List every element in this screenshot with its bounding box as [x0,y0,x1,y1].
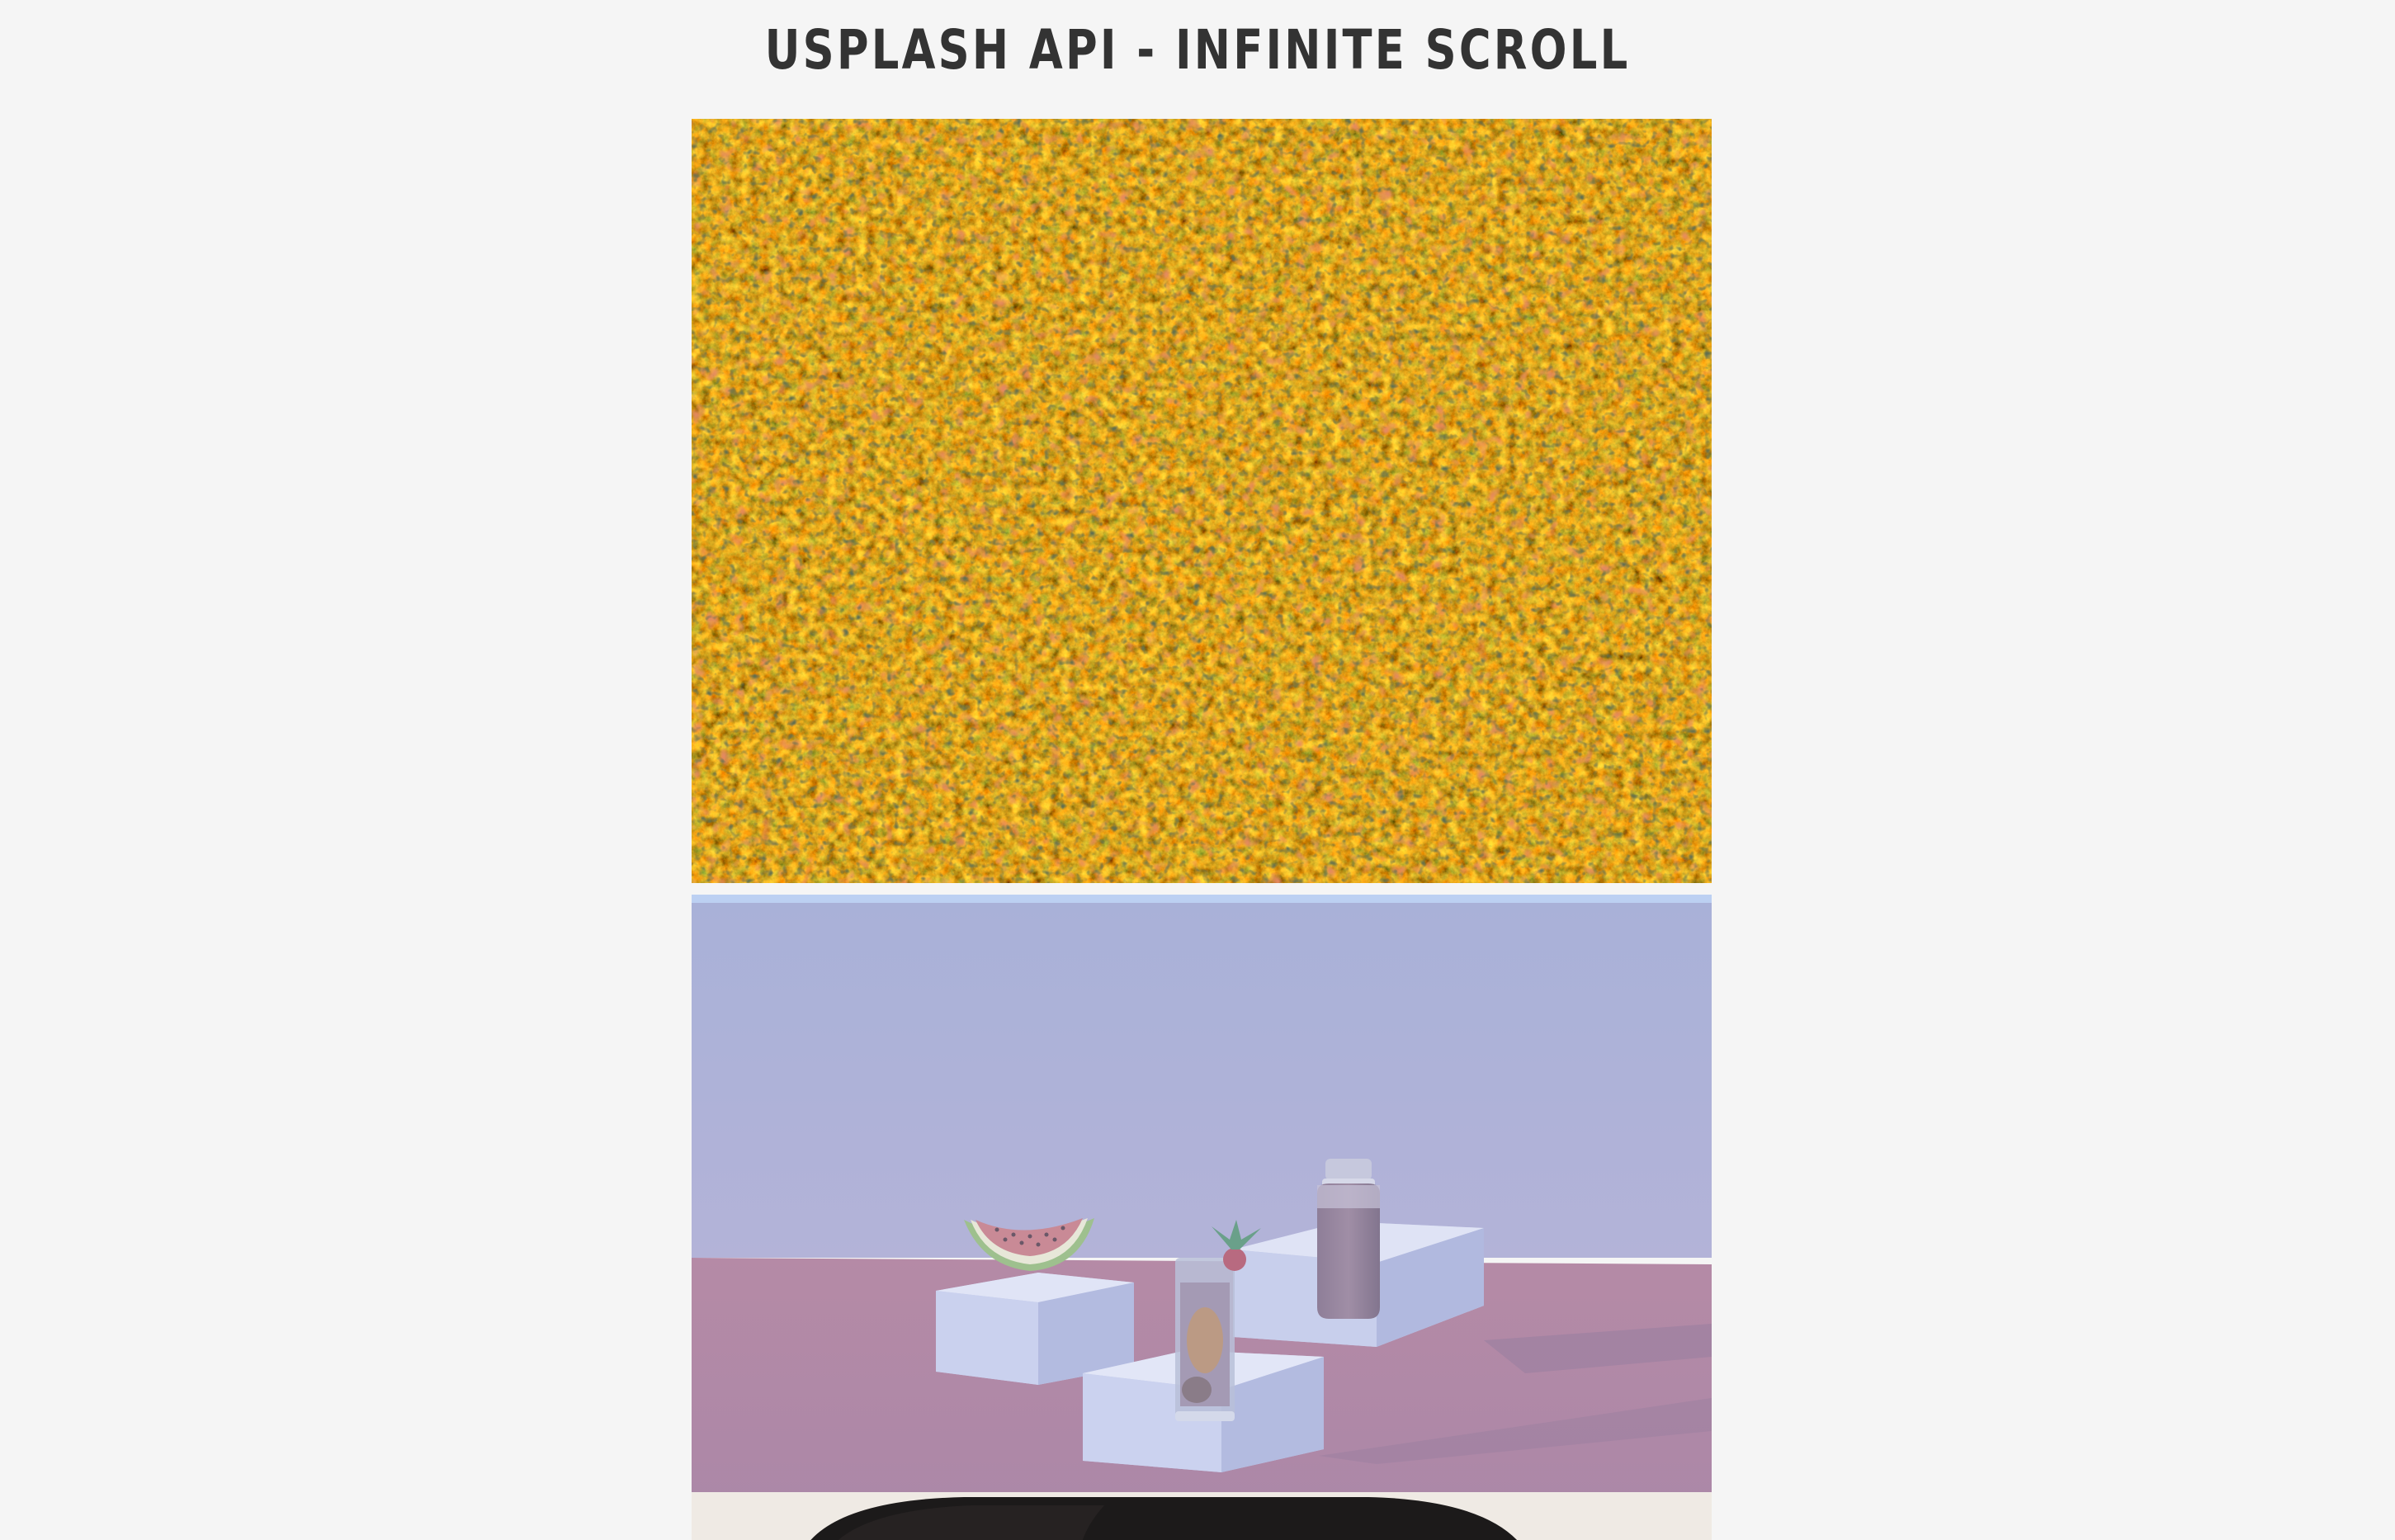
photo-card-still-life[interactable] [692,895,1712,1540]
forest-photo [692,119,1712,883]
photo-card-portrait[interactable] [692,1492,1712,1540]
photo-card-forest[interactable] [692,119,1712,883]
still-life-photo [692,895,1712,1540]
page-title: Usplash API - Infinite Scroll [764,18,1631,82]
image-feed[interactable] [692,119,1712,1540]
portrait-photo [692,1492,1712,1540]
